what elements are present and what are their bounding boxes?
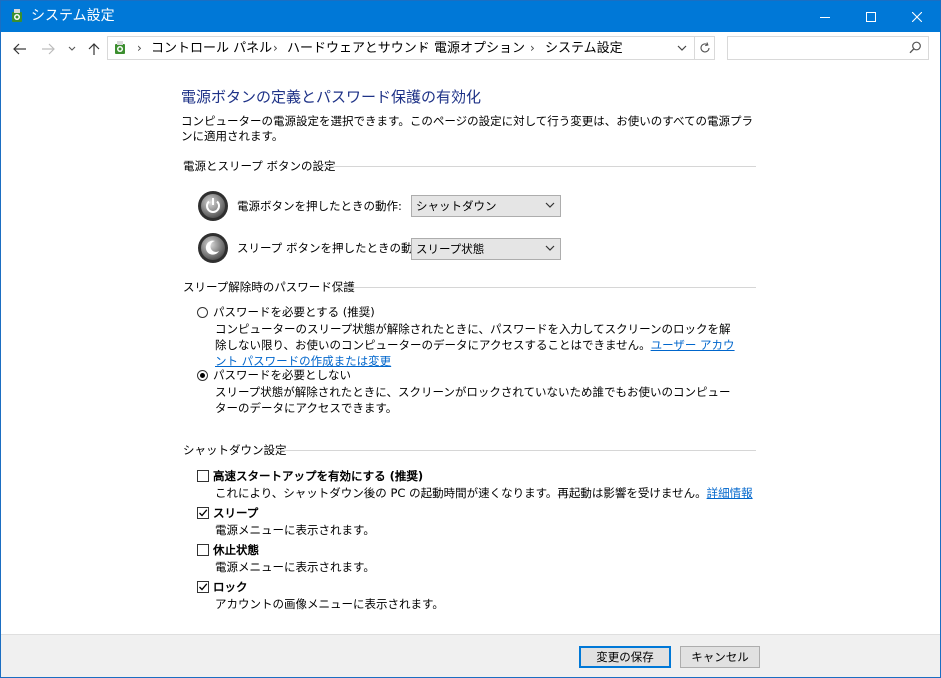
- sleep-button-action-select[interactable]: スリープ状態: [411, 238, 561, 260]
- lock-description: アカウントの画像メニューに表示されます。: [215, 597, 444, 611]
- checkmark-icon: [199, 509, 208, 517]
- window-title: システム設定: [31, 8, 115, 24]
- chevron-down-icon: [68, 46, 76, 51]
- search-input[interactable]: [727, 36, 929, 60]
- fast-startup-description: これにより、シャットダウン後の PC の起動時間が速くなります。再起動は影響を受…: [215, 486, 753, 500]
- chevron-down-icon: [545, 202, 555, 208]
- address-history-button[interactable]: [676, 41, 688, 58]
- power-button-action-select[interactable]: シャットダウン: [411, 195, 561, 217]
- address-bar[interactable]: › コントロール パネル › ハードウェアとサウンド › 電源オプション › シ…: [107, 36, 695, 60]
- checkmark-icon: [199, 583, 208, 591]
- sleep-button-action-value: スリープ状態: [416, 242, 485, 256]
- arrow-up-icon: [88, 43, 100, 55]
- sleep-description: 電源メニューに表示されます。: [215, 523, 375, 537]
- breadcrumb-power-options[interactable]: 電源オプション: [434, 40, 525, 57]
- hibernate-checkbox[interactable]: [197, 544, 209, 556]
- section-heading-power-buttons: 電源とスリープ ボタンの設定: [183, 159, 336, 173]
- lock-checkbox[interactable]: [197, 581, 209, 593]
- breadcrumb-separator: ›: [420, 41, 425, 55]
- title-bar: システム設定: [1, 1, 940, 32]
- sleep-checkbox[interactable]: [197, 507, 209, 519]
- require-password-radio[interactable]: [197, 307, 208, 318]
- breadcrumb-separator: ›: [530, 41, 535, 55]
- search-button[interactable]: [909, 41, 922, 57]
- hibernate-label[interactable]: 休止状態: [213, 543, 259, 557]
- navigation-bar: › コントロール パネル › ハードウェアとサウンド › 電源オプション › シ…: [1, 32, 940, 66]
- require-password-label[interactable]: パスワードを必要とする (推奨): [213, 305, 375, 319]
- close-icon: [912, 11, 922, 22]
- up-button[interactable]: [85, 38, 103, 60]
- section-heading-password-protection: スリープ解除時のパスワード保護: [183, 280, 355, 294]
- minimize-button[interactable]: [802, 1, 848, 32]
- refresh-button[interactable]: [695, 36, 715, 60]
- section-divider: [335, 287, 756, 288]
- content-area: 電源ボタンの定義とパスワード保護の有効化 コンピューターの電源設定を選択できます…: [1, 66, 940, 634]
- recent-locations-button[interactable]: [65, 38, 79, 60]
- no-password-label[interactable]: パスワードを必要としない: [213, 368, 351, 382]
- section-heading-shutdown-settings: シャットダウン設定: [183, 443, 287, 457]
- section-divider: [321, 166, 756, 167]
- require-password-description: コンピューターのスリープ状態が解除されたときに、パスワードを入力してスクリーンの…: [215, 321, 740, 369]
- chevron-down-icon: [677, 45, 687, 51]
- power-options-app-icon: [12, 9, 22, 22]
- forward-button[interactable]: [37, 38, 59, 60]
- breadcrumb-hardware-sound[interactable]: ハードウェアとサウンド: [287, 40, 430, 57]
- power-button-icon: [198, 191, 228, 221]
- breadcrumb-separator: ›: [273, 41, 278, 55]
- refresh-icon: [700, 42, 710, 53]
- lock-label[interactable]: ロック: [213, 580, 248, 594]
- cancel-button[interactable]: キャンセル: [680, 646, 760, 668]
- sleep-button-action-label: スリープ ボタンを押したときの動作:: [237, 241, 428, 255]
- arrow-left-icon: [13, 43, 26, 55]
- fast-startup-checkbox[interactable]: [197, 470, 209, 482]
- chevron-down-icon: [545, 245, 555, 251]
- breadcrumb-separator: ›: [137, 41, 142, 55]
- breadcrumb-control-panel[interactable]: コントロール パネル: [151, 40, 272, 57]
- close-button[interactable]: [894, 1, 940, 32]
- section-divider: [275, 450, 756, 451]
- save-changes-button[interactable]: 変更の保存: [579, 646, 671, 668]
- no-password-radio[interactable]: [197, 370, 208, 381]
- no-password-description: スリープ状態が解除されたときに、スクリーンがロックされていないため誰でもお使いの…: [215, 385, 731, 415]
- power-options-icon: [115, 41, 125, 54]
- search-icon: [909, 41, 921, 54]
- breadcrumb-system-settings[interactable]: システム設定: [545, 40, 623, 57]
- hibernate-description: 電源メニューに表示されます。: [215, 560, 375, 574]
- sleep-button-icon: [198, 233, 228, 263]
- power-button-action-value: シャットダウン: [416, 199, 497, 213]
- fast-startup-label[interactable]: 高速スタートアップを有効にする (推奨): [213, 469, 423, 483]
- page-title: 電源ボタンの定義とパスワード保護の有効化: [181, 88, 482, 106]
- power-button-action-label: 電源ボタンを押したときの動作:: [237, 199, 402, 213]
- page-description: コンピューターの電源設定を選択できます。このページの設定に対して行う変更は、お使…: [181, 114, 754, 143]
- arrow-right-icon: [42, 43, 55, 55]
- back-button[interactable]: [9, 38, 31, 60]
- maximize-icon: [866, 11, 876, 22]
- more-info-link[interactable]: 詳細情報: [707, 486, 753, 500]
- minimize-icon: [820, 16, 830, 18]
- footer-bar: 変更の保存 キャンセル: [1, 635, 940, 677]
- sleep-label[interactable]: スリープ: [213, 506, 258, 520]
- maximize-button[interactable]: [848, 1, 894, 32]
- system-settings-window: システム設定 › コントロール パネル › ハードウェアとサウンド › 電源オプ…: [0, 0, 941, 678]
- fast-startup-desc-text: これにより、シャットダウン後の PC の起動時間が速くなります。再起動は影響を受…: [215, 486, 707, 500]
